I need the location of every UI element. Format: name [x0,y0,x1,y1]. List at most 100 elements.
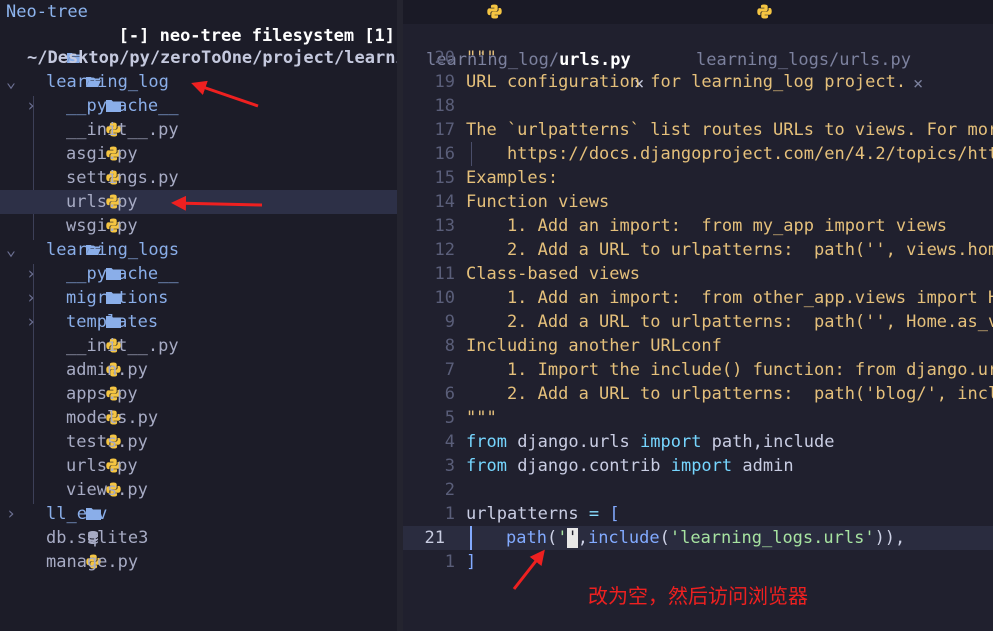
paren: ( [659,528,670,548]
tree-folder-ll-env[interactable]: › ll_env [0,502,397,526]
line-number: 18 [434,96,455,116]
sidebar-title: Neo-tree [6,2,88,22]
keyword-from: from [466,432,507,452]
tree-folder-pycache[interactable]: › __pycache__ [0,94,397,118]
tree-file-urls-2[interactable]: urls.py [0,454,397,478]
code-line: Class-based views [466,264,640,284]
tree-file-models[interactable]: models.py [0,406,397,430]
line-number: 12 [434,240,455,260]
tab-inactive[interactable]: learning_logs/urls.py × [675,0,923,94]
tree-folder-migrations[interactable]: › migrations [0,286,397,310]
tree-item-label: apps.py [66,384,138,404]
folder-open-icon [25,238,102,262]
import-names: admin [732,456,794,476]
code-line: Examples: [466,168,559,188]
code-line: 1. Add an import: from my_app import vie… [466,216,948,236]
tree-file-wsgi[interactable]: wsgi.py [0,214,397,238]
function-include: include [587,528,660,548]
string-literal: 'learning_logs.urls' [669,528,875,548]
python-file-icon [45,358,122,382]
tree-item-label: learning_log [46,72,169,92]
python-file-icon [45,118,122,142]
module-name: django.urls [506,432,641,452]
chevron-right-icon: › [25,96,37,116]
tree-item-label: urls.py [66,192,138,212]
python-file-icon [45,334,122,358]
line-number: 17 [434,120,455,140]
code-line: Function views [466,192,610,212]
folder-open-icon [6,46,83,70]
tree-item-label: __pycache__ [66,96,179,116]
folder-icon [25,502,102,526]
chevron-right-icon: › [25,312,37,332]
tree-item-label: views.py [66,480,148,500]
tree-folder-templates[interactable]: › templates [0,310,397,334]
line-number: 6 [444,384,455,404]
python-file-icon [45,406,122,430]
tree-item-label: urls.py [66,456,138,476]
tree-file-init-2[interactable]: __init__.py [0,334,397,358]
chevron-right-icon: › [5,504,17,524]
tree-file-urls-selected[interactable]: urls.py [0,190,397,214]
tree-file-apps[interactable]: apps.py [0,382,397,406]
close-tab-icon[interactable]: × [913,72,923,96]
code-line: 1. Import the include() function: from d… [466,360,993,380]
annotation-text: 改为空，然后访问浏览器 [588,584,808,608]
line-number: 8 [444,336,455,356]
line-number: 7 [444,360,455,380]
code-line: from django.contrib import admin [466,454,794,478]
text-cursor: ' [567,528,578,548]
bracket: [ [609,504,620,524]
python-file-icon [25,550,102,574]
tree-file-init[interactable]: __init__.py [0,118,397,142]
tree-root-row[interactable]: ~/Desktop/py/zeroToOne/project/learni [0,46,397,70]
code-line: """ [466,48,497,68]
code-line-current: path('',include('learning_logs.urls')), [506,526,905,550]
tree-file-asgi[interactable]: asgi.py [0,142,397,166]
code-line: https://docs.djangoproject.com/en/4.2/to… [466,144,993,164]
tree-folder-learning-log[interactable]: ⌄ learning_log [0,70,397,94]
python-file-icon [45,382,122,406]
tab-bar: learning_log/urls.py × learning_logs/url… [403,0,993,94]
python-file-icon [45,454,122,478]
tree-item-label: settings.py [66,168,179,188]
line-number-current: 21 [424,528,445,548]
tree-file-views[interactable]: views.py [0,478,397,502]
function-path: path [506,528,547,548]
tree-folder-pycache-2[interactable]: › __pycache__ [0,262,397,286]
tree-file-manage[interactable]: manage.py [0,550,397,574]
tree-file-db-sqlite[interactable]: db.sqlite3 [0,526,397,550]
tree-item-label: db.sqlite3 [46,528,149,548]
code-editor[interactable]: learning_log/urls.py × learning_logs/url… [403,0,993,631]
python-file-icon [45,430,122,454]
tree-item-label: learning_logs [46,240,180,260]
comma: , [577,528,588,548]
database-icon [25,526,99,550]
operator: = [578,504,610,524]
tree-item-label: tests.py [66,432,148,452]
line-number: 1 [444,504,455,524]
indent-guide-active [470,526,472,550]
line-number: 16 [434,144,455,164]
string-quote: ' [557,528,568,548]
tree-file-admin[interactable]: admin.py [0,358,397,382]
line-number: 14 [434,192,455,212]
tree-item-label: __init__.py [66,336,179,356]
tab-active[interactable]: learning_log/urls.py × [405,0,644,94]
python-file-icon [45,190,122,214]
paren: )), [874,528,906,548]
tree-file-settings[interactable]: settings.py [0,166,397,190]
chevron-down-icon: ⌄ [5,240,17,260]
python-file-icon [45,478,122,502]
module-name: django.contrib [506,456,671,476]
line-number: 11 [434,264,455,284]
chevron-right-icon: › [25,288,37,308]
tree-item-label: asgi.py [66,144,138,164]
tree-file-tests[interactable]: tests.py [0,430,397,454]
tree-item-label: admin.py [66,360,148,380]
tree-root-path: ~/Desktop/py/zeroToOne/project/learni [27,48,397,68]
tree-item-label: migrations [66,288,169,308]
keyword-import: import [670,456,733,476]
tree-folder-learning-logs[interactable]: ⌄ learning_logs [0,238,397,262]
code-line: 2. Add a URL to urlpatterns: path('', Ho… [466,312,993,332]
